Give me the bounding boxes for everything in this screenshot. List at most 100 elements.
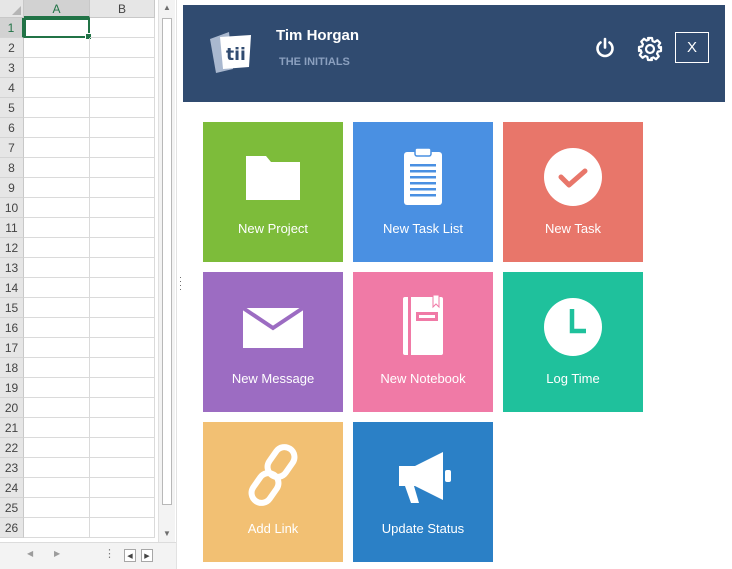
- column-header-a[interactable]: A: [24, 0, 90, 18]
- row-header[interactable]: 22: [0, 438, 24, 458]
- cell[interactable]: [90, 78, 155, 98]
- row-header[interactable]: 12: [0, 238, 24, 258]
- cell[interactable]: [24, 338, 90, 358]
- select-all-corner[interactable]: [0, 0, 24, 18]
- cell[interactable]: [24, 498, 90, 518]
- cell[interactable]: [90, 318, 155, 338]
- cell[interactable]: [90, 258, 155, 278]
- active-cell[interactable]: [24, 18, 92, 40]
- cell[interactable]: [24, 458, 90, 478]
- cell[interactable]: [24, 398, 90, 418]
- row-header[interactable]: 21: [0, 418, 24, 438]
- cell[interactable]: [90, 98, 155, 118]
- cell[interactable]: [90, 118, 155, 138]
- row-header[interactable]: 16: [0, 318, 24, 338]
- row-header[interactable]: 24: [0, 478, 24, 498]
- row-header[interactable]: 15: [0, 298, 24, 318]
- add-link-tile[interactable]: Add Link: [203, 422, 343, 562]
- cell[interactable]: [24, 438, 90, 458]
- cell[interactable]: [90, 498, 155, 518]
- scroll-down-icon[interactable]: ▼: [159, 526, 175, 542]
- row-header[interactable]: 14: [0, 278, 24, 298]
- row-header[interactable]: 9: [0, 178, 24, 198]
- cell[interactable]: [90, 198, 155, 218]
- cell[interactable]: [24, 118, 90, 138]
- row-header[interactable]: 6: [0, 118, 24, 138]
- cell[interactable]: [90, 398, 155, 418]
- cell[interactable]: [24, 358, 90, 378]
- row-header[interactable]: 10: [0, 198, 24, 218]
- cell[interactable]: [24, 238, 90, 258]
- column-header-b[interactable]: B: [90, 0, 155, 18]
- close-button[interactable]: X: [675, 32, 709, 63]
- cell[interactable]: [90, 238, 155, 258]
- row-header[interactable]: 18: [0, 358, 24, 378]
- row-header[interactable]: 13: [0, 258, 24, 278]
- cell[interactable]: [24, 298, 90, 318]
- cell[interactable]: [24, 38, 90, 58]
- cell[interactable]: [24, 218, 90, 238]
- row-header[interactable]: 4: [0, 78, 24, 98]
- pane-splitter[interactable]: · · · ·: [176, 0, 183, 569]
- new-notebook-tile[interactable]: New Notebook: [353, 272, 493, 412]
- gear-icon[interactable]: [637, 36, 663, 62]
- cell[interactable]: [90, 138, 155, 158]
- row-header[interactable]: 1: [0, 18, 24, 38]
- cell[interactable]: [24, 278, 90, 298]
- cell[interactable]: [24, 98, 90, 118]
- scroll-left-button[interactable]: ◀: [124, 549, 136, 562]
- cell[interactable]: [90, 158, 155, 178]
- cell[interactable]: [90, 18, 155, 38]
- new-task-tile[interactable]: New Task: [503, 122, 643, 262]
- cell[interactable]: [90, 338, 155, 358]
- new-task-list-tile[interactable]: New Task List: [353, 122, 493, 262]
- new-project-tile[interactable]: New Project: [203, 122, 343, 262]
- scroll-up-icon[interactable]: ▲: [159, 0, 175, 16]
- cell[interactable]: [90, 38, 155, 58]
- tab-split-handle-icon[interactable]: ⋮: [104, 547, 115, 560]
- cell[interactable]: [90, 458, 155, 478]
- row-header[interactable]: 8: [0, 158, 24, 178]
- row-header[interactable]: 26: [0, 518, 24, 538]
- row-header[interactable]: 5: [0, 98, 24, 118]
- cell[interactable]: [24, 78, 90, 98]
- cell[interactable]: [90, 358, 155, 378]
- cell[interactable]: [90, 418, 155, 438]
- vertical-scrollbar[interactable]: ▲ ▼: [158, 0, 175, 542]
- row-header[interactable]: 23: [0, 458, 24, 478]
- row-header[interactable]: 11: [0, 218, 24, 238]
- cell[interactable]: [24, 138, 90, 158]
- cell[interactable]: [24, 418, 90, 438]
- row-header[interactable]: 20: [0, 398, 24, 418]
- row-header[interactable]: 25: [0, 498, 24, 518]
- row-header[interactable]: 3: [0, 58, 24, 78]
- cell[interactable]: [90, 58, 155, 78]
- splitter-grip-icon[interactable]: · · · ·: [179, 273, 182, 294]
- scroll-thumb[interactable]: [162, 18, 172, 505]
- log-time-tile[interactable]: Log Time: [503, 272, 643, 412]
- scroll-right-button[interactable]: ▶: [141, 549, 153, 562]
- cell[interactable]: [90, 278, 155, 298]
- cell[interactable]: [90, 378, 155, 398]
- row-header[interactable]: 19: [0, 378, 24, 398]
- cell[interactable]: [24, 318, 90, 338]
- cell[interactable]: [90, 478, 155, 498]
- cell[interactable]: [90, 178, 155, 198]
- cell[interactable]: [90, 438, 155, 458]
- power-icon[interactable]: [594, 37, 616, 59]
- cell[interactable]: [24, 258, 90, 278]
- row-header[interactable]: 2: [0, 38, 24, 58]
- cell[interactable]: [24, 158, 90, 178]
- cell[interactable]: [24, 378, 90, 398]
- cell[interactable]: [24, 478, 90, 498]
- cell[interactable]: [90, 218, 155, 238]
- new-message-tile[interactable]: New Message: [203, 272, 343, 412]
- update-status-tile[interactable]: Update Status: [353, 422, 493, 562]
- cell[interactable]: [90, 298, 155, 318]
- cell[interactable]: [90, 518, 155, 538]
- cell[interactable]: [24, 178, 90, 198]
- cell[interactable]: [24, 198, 90, 218]
- sheet-nav-right-icon[interactable]: ▶: [54, 549, 60, 558]
- cell[interactable]: [24, 58, 90, 78]
- row-header[interactable]: 7: [0, 138, 24, 158]
